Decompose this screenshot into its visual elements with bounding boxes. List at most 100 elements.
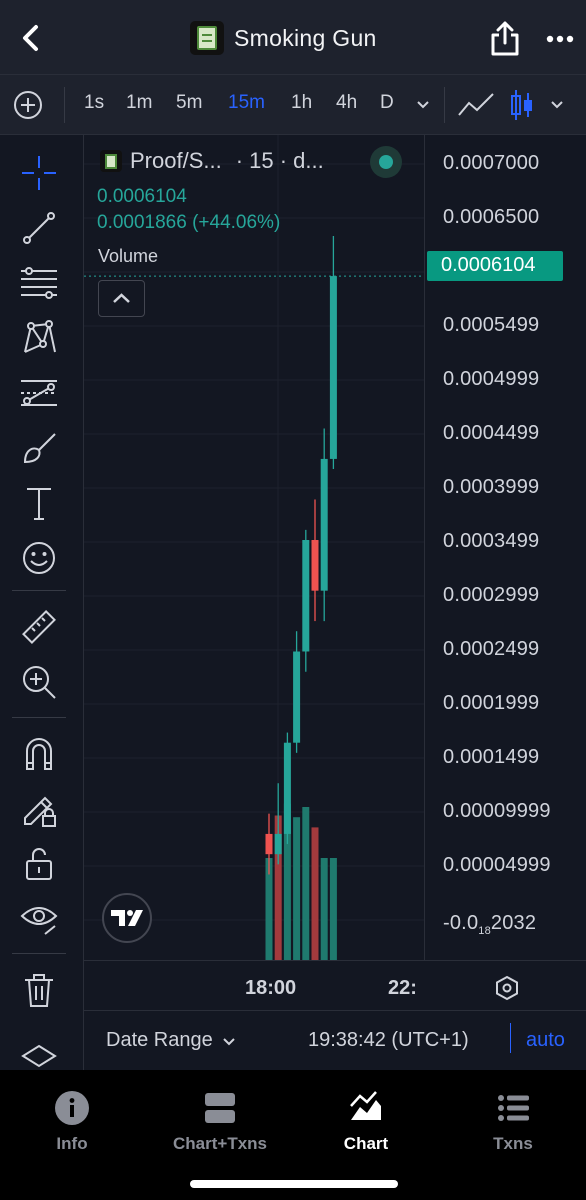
text-icon[interactable] [19, 483, 59, 523]
info-icon [55, 1091, 89, 1125]
price-tick: 0.0006500 [443, 206, 540, 228]
candlestick-icon[interactable] [508, 87, 536, 123]
auto-scale-toggle[interactable]: auto [526, 1029, 565, 1052]
forecast-icon[interactable] [19, 373, 59, 413]
tools-divider [12, 717, 66, 718]
tab-chart-txns[interactable]: Chart+Txns [150, 1090, 290, 1154]
tradingview-logo-icon[interactable] [102, 893, 152, 943]
timeframe-4h[interactable]: 4h [336, 92, 357, 114]
chevron-down-icon [223, 1037, 235, 1045]
candles [265, 235, 337, 875]
home-indicator [190, 1180, 398, 1188]
price-tick: 0.0004499 [443, 422, 540, 444]
time-axis[interactable]: 18:00 22: [84, 960, 586, 1010]
timeframe-1m[interactable]: 1m [126, 92, 152, 114]
divider [510, 1023, 511, 1053]
title-group: Smoking Gun [190, 20, 377, 56]
price-tick: 0.0003999 [443, 476, 540, 498]
tab-chart[interactable]: Chart [296, 1090, 436, 1154]
more-icon[interactable] [542, 24, 578, 54]
legend-price: 0.0006104 [97, 186, 187, 207]
price-tick: 0.0001999 [443, 692, 540, 714]
range-bar: Date Range 19:38:42 (UTC+1) auto [84, 1010, 586, 1070]
layers-icon[interactable] [19, 1040, 59, 1070]
trash-icon[interactable] [19, 970, 59, 1010]
volume-bar [293, 817, 301, 960]
ruler-icon[interactable] [19, 607, 59, 647]
timeframe-1h[interactable]: 1h [291, 92, 312, 114]
header: Smoking Gun [0, 0, 586, 75]
chevron-down-icon[interactable] [548, 95, 566, 113]
share-icon[interactable] [488, 20, 522, 58]
legend-header[interactable]: Proof/S... · 15 · d... [100, 148, 324, 174]
time-label: 18:00 [245, 977, 297, 999]
price-tick: 0.00004999 [443, 854, 551, 876]
pattern-icon[interactable] [19, 318, 59, 358]
fib-retracement-icon[interactable] [19, 263, 59, 303]
price-tick: 0.00009999 [443, 800, 551, 822]
price-tick: 0.0002999 [443, 584, 540, 606]
volume-label: Volume [98, 246, 159, 266]
volume-bar [311, 827, 319, 960]
brush-icon[interactable] [19, 428, 59, 468]
chart-icon [350, 1091, 381, 1120]
tools-divider [12, 953, 66, 954]
volume-bar [329, 858, 337, 960]
legend-change: 0.0001866 (+44.06%) [97, 212, 281, 233]
volume-bar [320, 858, 328, 960]
candle-body [311, 540, 319, 591]
zoom-in-icon[interactable] [19, 662, 59, 702]
toolbar-divider [64, 87, 65, 123]
magnet-icon[interactable] [19, 733, 59, 773]
price-tick: 0.0002499 [443, 638, 540, 660]
live-status-icon [370, 146, 402, 178]
line-chart-icon[interactable] [456, 89, 496, 121]
candle-body [329, 276, 337, 459]
price-tick: 0.0001499 [443, 746, 540, 768]
candle-body [320, 458, 328, 591]
eye-icon[interactable] [19, 898, 59, 938]
timezone-clock[interactable]: 19:38:42 (UTC+1) [308, 1029, 469, 1052]
volume-bar [302, 807, 310, 960]
tab-label: Info [56, 1134, 88, 1153]
current-price-badge: 0.0006104 [427, 251, 563, 281]
tab-label: Txns [493, 1134, 533, 1153]
time-label: 22: [388, 977, 417, 999]
token-logo [100, 150, 122, 172]
add-indicator-icon[interactable] [12, 89, 44, 121]
chevron-down-icon[interactable] [414, 95, 432, 113]
drawing-toolbar [0, 135, 84, 1123]
price-tick-negative: -0.0182032 [443, 912, 537, 937]
timeframe-15m[interactable]: 15m [228, 92, 265, 114]
date-range-label: Date Range [106, 1029, 213, 1051]
emoji-icon[interactable] [19, 538, 59, 578]
volume-bars [265, 803, 337, 960]
candle-body [302, 540, 310, 652]
candle-body [274, 833, 282, 855]
tab-info[interactable]: Info [2, 1090, 142, 1154]
tab-txns[interactable]: Txns [443, 1090, 583, 1154]
date-range-dropdown[interactable]: Date Range [106, 1029, 237, 1052]
price-tick: 0.0003499 [443, 530, 540, 552]
timeframe-1s[interactable]: 1s [84, 92, 104, 114]
lock-drawing-icon[interactable] [19, 788, 59, 828]
price-tick: 0.0005499 [443, 314, 540, 336]
timeframe-5m[interactable]: 5m [176, 92, 202, 114]
price-axis[interactable]: 0.00070000.00065000.00059990.00054990.00… [424, 135, 586, 960]
candle-body [265, 833, 273, 855]
candle-body [293, 651, 301, 743]
unlock-icon[interactable] [19, 843, 59, 883]
candle-body [283, 742, 291, 834]
legend-symbol: Proof/S... [130, 148, 222, 173]
crosshair-icon[interactable] [19, 153, 59, 193]
chart-toolbar: 1s 1m 5m 15m 1h 4h D [0, 75, 586, 135]
chart-txns-icon [205, 1093, 235, 1123]
timeframe-d[interactable]: D [380, 92, 394, 114]
back-chevron-icon[interactable] [14, 20, 50, 56]
price-tick: 0.0007000 [443, 152, 540, 174]
token-logo [190, 21, 224, 55]
chart-settings-icon[interactable] [494, 975, 520, 1001]
collapse-legend-button[interactable] [98, 280, 145, 317]
trend-line-icon[interactable] [19, 208, 59, 248]
list-icon [498, 1095, 529, 1121]
